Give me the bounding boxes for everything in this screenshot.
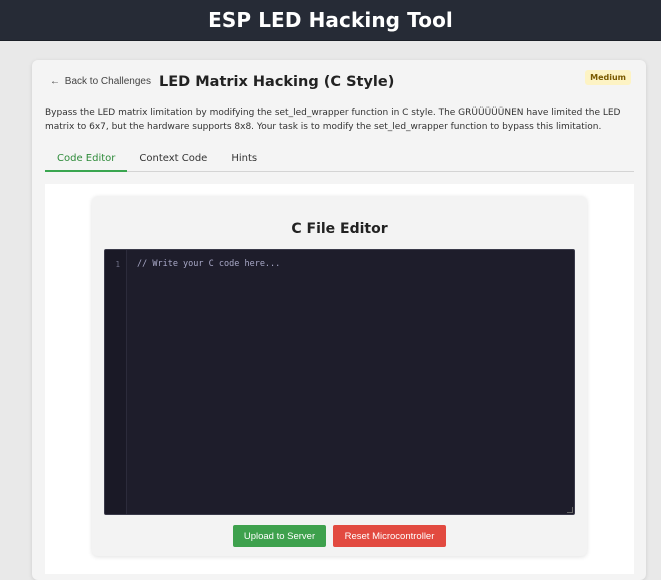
back-to-challenges-link[interactable]: ← Back to Challenges xyxy=(50,76,151,87)
tab-bar: Code Editor Context Code Hints xyxy=(45,148,634,172)
resize-handle-icon[interactable] xyxy=(567,507,573,513)
difficulty-badge: Medium xyxy=(585,70,631,85)
challenge-card: ← Back to Challenges LED Matrix Hacking … xyxy=(32,60,646,580)
reset-microcontroller-button[interactable]: Reset Microcontroller xyxy=(333,525,446,547)
code-editor-panel: C File Editor 1 // Write your C code her… xyxy=(45,184,634,574)
tab-code-editor[interactable]: Code Editor xyxy=(45,148,128,172)
line-number: 1 xyxy=(115,260,120,269)
back-link-label: Back to Challenges xyxy=(64,76,151,87)
tab-context-code[interactable]: Context Code xyxy=(127,148,219,172)
app-title: ESP LED Hacking Tool xyxy=(208,8,453,32)
upload-to-server-button[interactable]: Upload to Server xyxy=(233,525,326,547)
code-textarea[interactable]: 1 // Write your C code here... xyxy=(104,249,575,515)
file-editor-card: C File Editor 1 // Write your C code her… xyxy=(92,196,587,556)
challenge-title: LED Matrix Hacking (C Style) xyxy=(159,74,395,90)
tab-hints[interactable]: Hints xyxy=(219,148,269,172)
line-number-gutter: 1 xyxy=(105,250,127,514)
app-header: ESP LED Hacking Tool xyxy=(0,0,661,41)
back-arrow-icon: ← xyxy=(50,76,60,87)
editor-heading: C File Editor xyxy=(291,221,388,237)
code-content[interactable]: // Write your C code here... xyxy=(137,259,280,269)
challenge-description: Bypass the LED matrix limitation by modi… xyxy=(45,108,621,132)
